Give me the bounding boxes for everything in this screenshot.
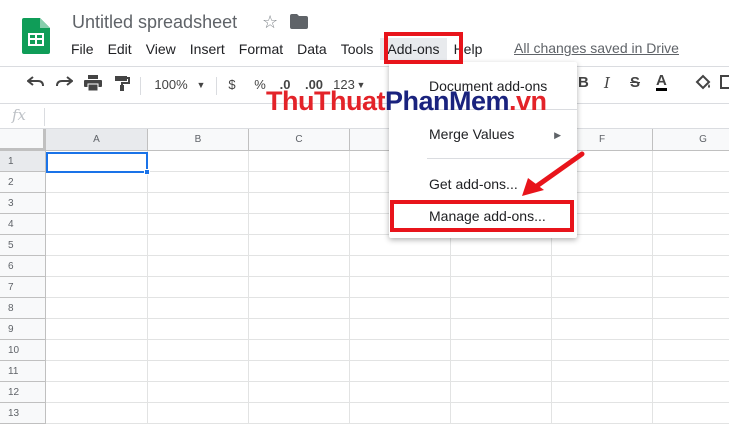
star-icon[interactable]: ☆ [262, 12, 278, 33]
fill-handle[interactable] [144, 169, 150, 175]
row-header[interactable]: 9 [0, 319, 46, 340]
borders-icon[interactable] [720, 74, 729, 92]
redo-icon[interactable] [54, 75, 74, 95]
menu-tools[interactable]: Tools [334, 38, 381, 60]
folder-icon[interactable] [290, 14, 308, 29]
addons-highlight-box [384, 32, 463, 64]
text-color-icon[interactable]: A [656, 73, 667, 91]
menu-insert[interactable]: Insert [183, 38, 232, 60]
submenu-arrow-icon: ▶ [554, 130, 561, 140]
menu-format[interactable]: Format [232, 38, 290, 60]
undo-icon[interactable] [26, 75, 46, 95]
sheets-logo-icon[interactable] [22, 18, 50, 54]
row-header[interactable]: 4 [0, 214, 46, 235]
zoom-select[interactable]: 100% [152, 75, 190, 95]
print-icon[interactable] [82, 75, 104, 95]
column-header[interactable]: C [249, 129, 350, 151]
menu-file[interactable]: File [64, 38, 101, 60]
menu-edit[interactable]: Edit [101, 38, 139, 60]
saved-status-link[interactable]: All changes saved in Drive [514, 40, 679, 56]
row-header[interactable]: 1 [0, 151, 46, 172]
row-header[interactable]: 6 [0, 256, 46, 277]
watermark-logo: ThuThuatPhanMem.vn [266, 86, 547, 117]
row-header[interactable]: 2 [0, 172, 46, 193]
row-header[interactable]: 5 [0, 235, 46, 256]
paint-format-icon[interactable] [112, 75, 132, 95]
select-all-corner[interactable] [0, 129, 46, 151]
manage-addons-highlight-box [390, 200, 574, 232]
row-header[interactable]: 13 [0, 403, 46, 424]
currency-button[interactable]: $ [224, 75, 240, 95]
fx-icon: fx [12, 106, 27, 124]
menu-item-get-addons[interactable]: Get add-ons... [429, 176, 518, 192]
selected-cell-a1[interactable] [46, 152, 148, 173]
menu-view[interactable]: View [139, 38, 183, 60]
document-title[interactable]: Untitled spreadsheet [72, 12, 237, 33]
zoom-dropdown-icon[interactable]: ▼ [194, 75, 208, 95]
fill-color-icon[interactable] [694, 74, 712, 97]
spreadsheet-grid[interactable]: A B C D E F G 1 2 3 4 5 6 7 8 9 10 11 12… [0, 129, 729, 424]
column-header[interactable]: A [46, 129, 148, 151]
row-header[interactable]: 12 [0, 382, 46, 403]
watermark-part3: .vn [509, 86, 547, 116]
row-header[interactable]: 11 [0, 361, 46, 382]
row-header[interactable]: 10 [0, 340, 46, 361]
row-header[interactable]: 3 [0, 193, 46, 214]
row-header[interactable]: 8 [0, 298, 46, 319]
watermark-part1: ThuThuat [266, 86, 385, 116]
column-header[interactable]: G [653, 129, 729, 151]
row-header[interactable]: 7 [0, 277, 46, 298]
italic-icon[interactable]: I [604, 74, 610, 92]
menu-item-merge-values[interactable]: Merge Values [429, 126, 514, 142]
strikethrough-icon[interactable]: S [630, 74, 640, 91]
bold-icon[interactable]: B [578, 74, 589, 91]
column-header[interactable]: B [148, 129, 249, 151]
watermark-part2: PhanMem [384, 86, 510, 116]
menu-data[interactable]: Data [290, 38, 334, 60]
annotation-arrow-icon [520, 148, 590, 198]
